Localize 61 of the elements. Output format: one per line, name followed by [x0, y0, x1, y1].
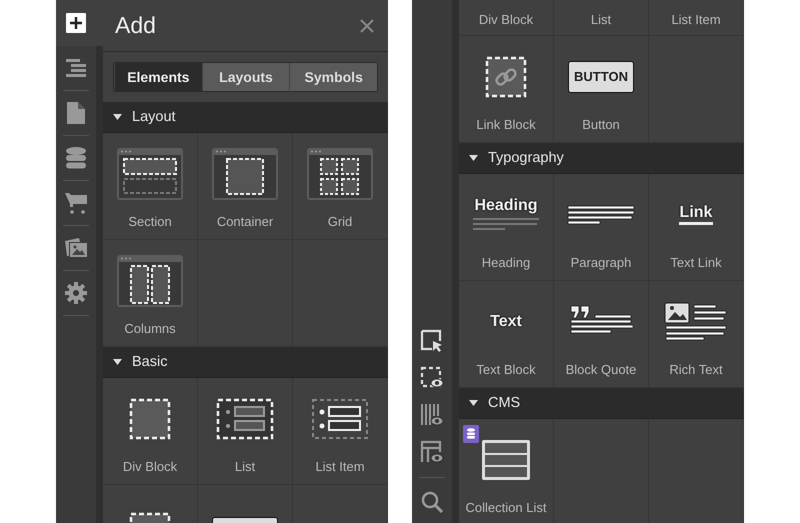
element-tile[interactable]: Heading Heading: [459, 174, 554, 281]
element-tile[interactable]: List: [198, 378, 293, 485]
database-badge-icon: [463, 425, 479, 443]
element-tile[interactable]: Div Block: [103, 378, 198, 485]
element-tile[interactable]: Text Text Block: [459, 281, 554, 388]
list-icon: [216, 396, 274, 440]
link-block-icon: [484, 54, 528, 98]
element-tile[interactable]: Link Text Link: [649, 174, 744, 281]
dashed-square-icon: [128, 396, 172, 440]
search-icon[interactable]: [421, 491, 443, 513]
panel-title: Add: [115, 12, 156, 39]
element-tile[interactable]: Section: [103, 133, 198, 240]
columns-icon: [115, 252, 185, 308]
outline-eye-icon[interactable]: [420, 366, 444, 390]
section-header[interactable]: Layout: [103, 102, 388, 133]
settings-icon: [65, 282, 87, 304]
bars-eye-icon[interactable]: [420, 403, 444, 427]
section-header[interactable]: Typography: [459, 143, 744, 174]
section-title: CMS: [488, 395, 520, 411]
element-tile[interactable]: Container: [198, 133, 293, 240]
element-tile[interactable]: Rich Text: [649, 281, 744, 388]
image-text-icon: [664, 302, 728, 342]
element-tile[interactable]: List Item: [649, 0, 744, 36]
element-tile[interactable]: Columns: [103, 240, 198, 347]
container-icon: [210, 146, 280, 202]
section-title: Basic: [132, 354, 168, 370]
text-sample: Text: [490, 312, 522, 330]
heading-sample: Heading: [474, 196, 538, 214]
element-tile[interactable]: Block Quote: [554, 281, 649, 388]
element-tile[interactable]: BUTTON Button: [554, 36, 649, 143]
panel-tab[interactable]: Layouts: [202, 63, 290, 91]
list-item-icon: [311, 396, 369, 440]
button-preview: BUTTON: [568, 60, 634, 92]
cart-icon: [65, 192, 87, 214]
element-tile[interactable]: Link Block: [459, 36, 554, 143]
panel-tab[interactable]: Symbols: [289, 63, 378, 91]
element-tile[interactable]: List: [554, 0, 649, 36]
grid-icon: [305, 146, 375, 202]
text-lines-icon: [473, 216, 539, 232]
link-sample: Link: [678, 204, 714, 226]
section-header[interactable]: Basic: [103, 347, 388, 378]
rail-add-button[interactable]: [56, 0, 103, 46]
collection-list-icon: [480, 438, 532, 482]
section-header[interactable]: CMS: [459, 388, 744, 419]
section-title: Typography: [488, 150, 564, 166]
page-icon: [67, 102, 85, 124]
element-tile[interactable]: List Item: [293, 378, 388, 485]
select-element-icon[interactable]: [420, 329, 444, 353]
section-title: Layout: [132, 109, 176, 125]
element-tile[interactable]: Div Block: [459, 0, 554, 36]
panel-tab[interactable]: Elements: [114, 63, 202, 91]
database-icon: [66, 147, 86, 169]
close-icon[interactable]: [360, 18, 374, 32]
plus-icon: [66, 13, 86, 33]
stacked-lines-icon: [66, 59, 86, 77]
paragraph-lines-icon: [567, 204, 635, 224]
layout-eye-icon[interactable]: [420, 440, 444, 464]
section-icon: [115, 146, 185, 202]
element-tile[interactable]: Paragraph: [554, 174, 649, 281]
images-icon: [65, 238, 87, 258]
element-tile[interactable]: Grid: [293, 133, 388, 240]
